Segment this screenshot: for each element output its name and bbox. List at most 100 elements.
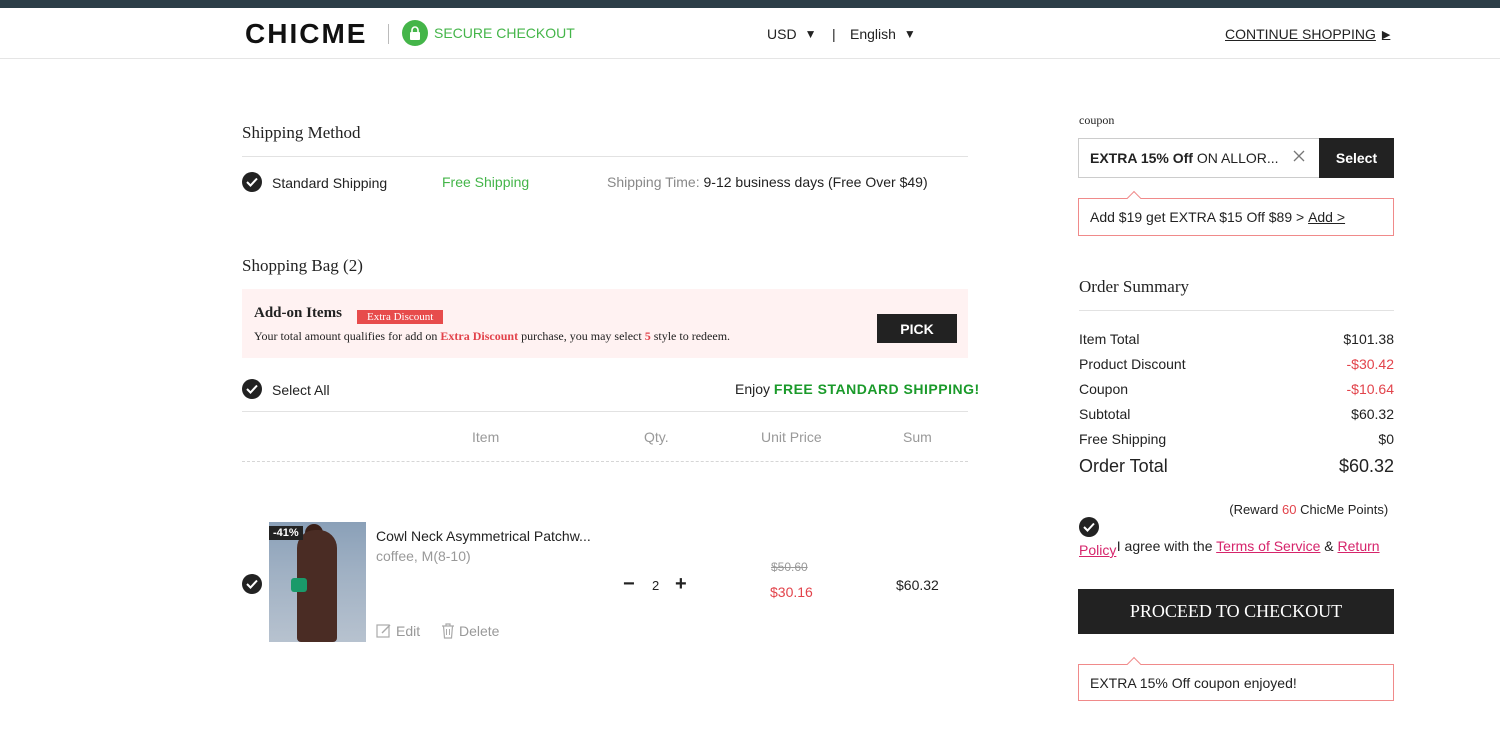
summary-value: -$10.64	[1346, 381, 1394, 397]
edit-label: Edit	[396, 623, 421, 639]
order-summary-title: Order Summary	[1079, 277, 1190, 296]
addon-text-highlight: Extra Discount	[440, 329, 519, 343]
addon-text-3: style to redeem.	[650, 329, 731, 343]
product-variant: coffee, M(8-10)	[376, 548, 471, 564]
enjoy-prefix: Enjoy	[735, 381, 774, 397]
column-header-unit-price: Unit Price	[761, 429, 822, 445]
summary-row-coupon: Coupon -$10.64	[1079, 381, 1394, 397]
trash-icon	[442, 623, 454, 639]
logo-divider	[388, 24, 389, 44]
proceed-to-checkout-button[interactable]: PROCEED TO CHECKOUT	[1078, 589, 1394, 634]
agree-text-line2: Policy	[1079, 542, 1116, 558]
pick-button[interactable]: PICK	[877, 314, 957, 343]
caret-right-icon: ▶	[1381, 28, 1391, 41]
order-total-label: Order Total	[1079, 456, 1168, 476]
terms-of-service-link[interactable]: Terms of Service	[1216, 538, 1320, 554]
agree-checkbox-icon[interactable]	[1079, 517, 1099, 537]
unit-price: $30.16	[770, 584, 813, 600]
reward-suffix: ChicMe Points)	[1296, 502, 1389, 517]
summary-label: Item Total	[1079, 331, 1140, 347]
dashed-divider	[242, 461, 968, 462]
summary-value: -$30.42	[1346, 356, 1394, 372]
header: CHICME SECURE CHECKOUT USD ▼ | English ▼…	[0, 8, 1500, 59]
addon-text-1: Your total amount qualifies for add on	[254, 329, 441, 343]
product-name[interactable]: Cowl Neck Asymmetrical Patchw...	[376, 528, 591, 544]
column-header-item: Item	[472, 429, 500, 445]
agree-prefix: I agree with the	[1116, 538, 1217, 554]
shipping-time-label: Shipping Time:	[607, 174, 700, 190]
shopping-bag-title: Shopping Bag (2)	[242, 256, 363, 275]
coupon-upsell-box: Add $19 get EXTRA $15 Off $89 > Add >	[1078, 198, 1394, 236]
item-checkbox-icon[interactable]	[242, 574, 262, 594]
coupon-enjoyed-box: EXTRA 15% Off coupon enjoyed!	[1078, 664, 1394, 701]
order-total-value: $60.32	[1338, 456, 1394, 476]
qty-minus-button[interactable]: −	[623, 573, 635, 596]
shipping-cost: Free Shipping	[442, 174, 530, 190]
coupon-field[interactable]: EXTRA 15% Off ON ALLOR...	[1078, 138, 1320, 178]
addon-title: Add-on Items	[254, 305, 342, 321]
shipping-method-name: Standard Shipping	[272, 175, 388, 191]
currency-select[interactable]: USD ▼	[767, 26, 816, 42]
shipping-radio-checked-icon[interactable]	[242, 172, 262, 192]
logo[interactable]: CHICME	[245, 18, 367, 50]
reward-prefix: (Reward	[1229, 502, 1282, 517]
agree-text: I agree with the Terms of Service & Retu…	[1109, 522, 1380, 554]
chevron-down-icon: ▼	[903, 27, 916, 41]
continue-shopping-label: CONTINUE SHOPPING	[1225, 26, 1376, 42]
free-shipping-notice: Enjoy FREE STANDARD SHIPPING!	[735, 381, 980, 397]
select-all-label[interactable]: Select All	[272, 382, 330, 398]
chevron-down-icon: ▼	[804, 27, 817, 41]
coupon-value-rest: ON ALLOR...	[1192, 150, 1279, 166]
return-policy-link[interactable]: Return	[1338, 538, 1380, 554]
summary-label: Coupon	[1079, 381, 1129, 397]
secure-checkout-label: SECURE CHECKOUT	[434, 25, 575, 41]
coupon-add-prompt: Add $19 get EXTRA $15 Off $89 >	[1090, 209, 1309, 225]
shipping-time: Shipping Time: 9-12 business days (Free …	[607, 174, 928, 190]
top-accent-bar	[0, 0, 1500, 8]
shipping-time-value: 9-12 business days (Free Over $49)	[703, 174, 928, 190]
summary-label: Subtotal	[1079, 406, 1131, 422]
continue-shopping-link[interactable]: CONTINUE SHOPPING ▶	[1225, 26, 1390, 42]
divider	[242, 156, 968, 157]
addon-description: Your total amount qualifies for add on E…	[254, 329, 730, 344]
agree-and: &	[1320, 538, 1338, 554]
enjoy-highlight: FREE STANDARD SHIPPING!	[773, 381, 980, 397]
addon-text-2: purchase, you may select	[518, 329, 645, 343]
product-image-bag	[291, 578, 307, 592]
delete-button[interactable]: Delete	[441, 623, 499, 639]
header-separator: |	[832, 26, 836, 42]
summary-value: $0	[1378, 431, 1394, 447]
shipping-method-title: Shipping Method	[242, 123, 361, 142]
column-header-sum: Sum	[903, 429, 932, 445]
summary-row-item-total: Item Total $101.38	[1079, 331, 1394, 347]
discount-tag: -41%	[269, 526, 303, 540]
select-all-checkbox-icon[interactable]	[242, 379, 262, 399]
summary-row-subtotal: Subtotal $60.32	[1079, 406, 1394, 422]
coupon-label: coupon	[1079, 113, 1115, 127]
summary-value: $101.38	[1343, 331, 1394, 347]
extra-discount-badge: Extra Discount	[357, 310, 444, 324]
product-image[interactable]	[269, 522, 366, 642]
language-select[interactable]: English ▼	[850, 26, 916, 42]
item-sum: $60.32	[896, 577, 939, 593]
summary-value: $60.32	[1351, 406, 1394, 422]
divider	[1079, 310, 1394, 311]
clear-icon[interactable]	[1293, 149, 1305, 165]
coupon-enjoyed-text: EXTRA 15% Off coupon enjoyed!	[1090, 674, 1297, 691]
summary-label: Free Shipping	[1079, 431, 1167, 447]
edit-icon	[376, 624, 391, 638]
language-value: English	[850, 26, 896, 42]
coupon-value-bold: EXTRA 15% Off	[1090, 150, 1193, 166]
secure-checkout: SECURE CHECKOUT	[402, 20, 575, 46]
reward-points: (Reward 60 ChicMe Points)	[1222, 487, 1388, 517]
edit-button[interactable]: Edit	[376, 623, 420, 639]
column-header-qty: Qty.	[644, 429, 669, 445]
coupon-select-button[interactable]: Select	[1319, 138, 1394, 178]
coupon-add-link[interactable]: Add >	[1308, 209, 1345, 225]
summary-label: Product Discount	[1079, 356, 1186, 372]
currency-value: USD	[767, 26, 797, 42]
qty-plus-button[interactable]: +	[675, 573, 687, 596]
return-policy-link[interactable]: Policy	[1079, 542, 1116, 558]
qty-value[interactable]: 2	[652, 578, 659, 593]
delete-label: Delete	[459, 623, 500, 639]
